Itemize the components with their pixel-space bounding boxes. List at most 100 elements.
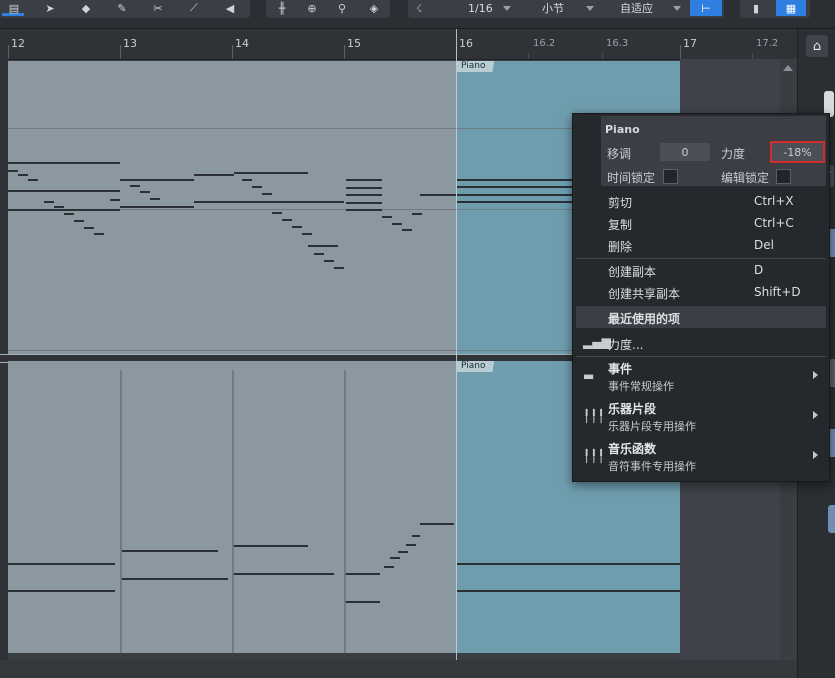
- zoom-tool-icon[interactable]: ⚲: [330, 0, 354, 16]
- view-group: ▮ ▦: [740, 0, 810, 18]
- midi-note[interactable]: [84, 227, 94, 229]
- midi-note[interactable]: [150, 198, 160, 200]
- submenu-music-functions[interactable]: ╿╿╿ 音乐函数 音符事件专用操作: [573, 439, 829, 479]
- midi-note[interactable]: [120, 206, 194, 208]
- transpose-field[interactable]: 0: [660, 143, 710, 161]
- midi-note[interactable]: [457, 563, 680, 565]
- quantize-select[interactable]: 1/16: [468, 0, 511, 16]
- velocity-field[interactable]: -18%: [770, 141, 825, 163]
- midi-note[interactable]: [28, 179, 38, 181]
- midi-note[interactable]: [346, 601, 380, 603]
- midi-note[interactable]: [8, 563, 115, 565]
- midi-note[interactable]: [110, 199, 120, 201]
- midi-note[interactable]: [308, 245, 338, 247]
- split-tool-icon[interactable]: ✂: [146, 0, 170, 16]
- menu-item-copy[interactable]: 复制 Ctrl+C: [573, 212, 829, 234]
- midi-note[interactable]: [130, 185, 140, 187]
- midi-note[interactable]: [234, 201, 344, 203]
- midi-note[interactable]: [8, 162, 120, 164]
- midi-note[interactable]: [194, 201, 234, 203]
- midi-note[interactable]: [392, 223, 402, 225]
- horizontal-scrollbar[interactable]: [0, 660, 797, 678]
- midi-note[interactable]: [8, 170, 18, 172]
- timebase-select[interactable]: 小节: [542, 0, 594, 16]
- midi-note[interactable]: [122, 550, 218, 552]
- menu-item-shortcut: Ctrl+C: [754, 216, 794, 230]
- edit-lock-checkbox[interactable]: [776, 169, 791, 184]
- menu-item-cut[interactable]: 剪切 Ctrl+X: [573, 190, 829, 212]
- midi-note[interactable]: [412, 213, 422, 215]
- menu-item-duplicate-shared[interactable]: 创建共享副本 Shift+D: [573, 281, 829, 303]
- midi-note[interactable]: [346, 202, 382, 204]
- midi-note[interactable]: [292, 226, 302, 228]
- midi-note[interactable]: [234, 172, 308, 174]
- mute-tool-icon[interactable]: ⟋: [182, 0, 206, 16]
- timeline-ruler[interactable]: 12 13 14 15 16 16.2 16.3 17 17.2: [0, 29, 797, 60]
- midi-note[interactable]: [140, 191, 150, 193]
- midi-note[interactable]: [234, 573, 334, 575]
- submenu-event[interactable]: ▬ 事件 事件常规操作: [573, 359, 829, 399]
- midi-note[interactable]: [390, 557, 400, 559]
- snap-select[interactable]: 自适应: [620, 0, 681, 16]
- home-icon[interactable]: ⌂: [806, 35, 828, 57]
- midi-note[interactable]: [54, 206, 64, 208]
- midi-note[interactable]: [64, 213, 74, 215]
- midi-note[interactable]: [346, 194, 382, 196]
- eraser-tool-icon[interactable]: ◆: [74, 0, 98, 16]
- bend-tool-icon[interactable]: ╫: [270, 0, 294, 16]
- midi-note[interactable]: [74, 220, 84, 222]
- pencil-tool-icon[interactable]: ✎: [110, 0, 134, 16]
- list-view-icon[interactable]: ▮: [744, 0, 768, 16]
- menu-item-duplicate[interactable]: 创建副本 D: [573, 259, 829, 281]
- midi-note[interactable]: [18, 174, 28, 176]
- midi-note[interactable]: [122, 578, 228, 580]
- midi-note[interactable]: [94, 233, 104, 235]
- midi-note[interactable]: [334, 267, 344, 269]
- arrow-tool-icon[interactable]: ➤: [38, 0, 62, 16]
- midi-note[interactable]: [398, 551, 408, 553]
- panel-tab[interactable]: [828, 505, 835, 533]
- midi-note[interactable]: [8, 209, 120, 211]
- timebase-value: 小节: [542, 2, 564, 15]
- range-tool-icon[interactable]: ⊕: [300, 0, 324, 16]
- midi-note[interactable]: [242, 179, 252, 181]
- playhead[interactable]: [456, 29, 457, 678]
- midi-note[interactable]: [406, 544, 416, 546]
- midi-note[interactable]: [272, 212, 282, 214]
- snap-toggle-button[interactable]: ⊢: [690, 0, 722, 16]
- midi-note[interactable]: [44, 201, 54, 203]
- midi-note[interactable]: [120, 179, 194, 181]
- midi-note[interactable]: [8, 190, 120, 192]
- midi-note[interactable]: [302, 233, 312, 235]
- arrange-tool-icon[interactable]: ▤: [2, 0, 26, 16]
- submenu-subtitle: 乐器片段专用操作: [608, 420, 696, 433]
- midi-note[interactable]: [314, 253, 324, 255]
- bar-number: 15: [347, 37, 361, 50]
- midi-note[interactable]: [282, 219, 292, 221]
- midi-note[interactable]: [252, 186, 262, 188]
- midi-note[interactable]: [8, 590, 115, 592]
- midi-note[interactable]: [382, 216, 392, 218]
- midi-note[interactable]: [346, 187, 382, 189]
- time-lock-checkbox[interactable]: [663, 169, 678, 184]
- midi-note[interactable]: [457, 590, 680, 592]
- inspector-toggle-button[interactable]: ▦: [776, 0, 806, 16]
- midi-note[interactable]: [346, 209, 382, 211]
- midi-note[interactable]: [346, 179, 382, 181]
- midi-note[interactable]: [420, 523, 454, 525]
- midi-note[interactable]: [194, 174, 234, 176]
- submenu-instrument-part[interactable]: ╿╿╿ 乐器片段 乐器片段专用操作: [573, 399, 829, 439]
- menu-item-delete[interactable]: 删除 Del: [573, 234, 829, 256]
- midi-note[interactable]: [402, 229, 412, 231]
- menu-item-velocity[interactable]: ▂▄▆ 力度...: [573, 332, 829, 354]
- speaker-tool-icon[interactable]: ◀: [218, 0, 242, 16]
- listen-tool-icon[interactable]: ◈: [362, 0, 386, 16]
- midi-note[interactable]: [346, 573, 380, 575]
- midi-note[interactable]: [262, 193, 272, 195]
- scroll-up-icon[interactable]: [783, 65, 793, 71]
- midi-note[interactable]: [420, 194, 456, 196]
- midi-note[interactable]: [234, 545, 308, 547]
- midi-note[interactable]: [412, 535, 420, 537]
- midi-note[interactable]: [324, 260, 334, 262]
- midi-note[interactable]: [384, 566, 394, 568]
